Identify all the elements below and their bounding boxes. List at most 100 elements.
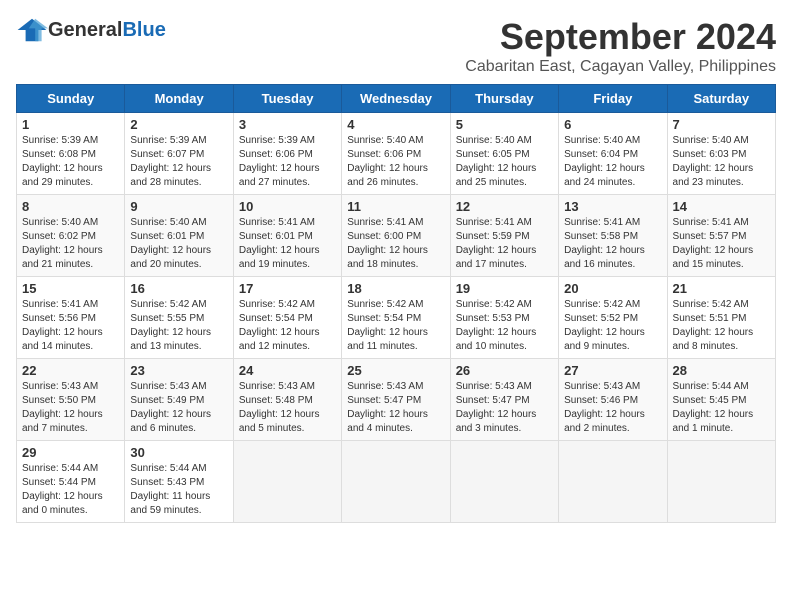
day-info: Sunrise: 5:42 AMSunset: 5:54 PMDaylight:… (239, 298, 336, 354)
calendar-cell: 22 Sunrise: 5:43 AMSunset: 5:50 PMDayligh… (17, 359, 125, 441)
day-info: Sunrise: 5:44 AMSunset: 5:44 PMDaylight:… (22, 462, 119, 518)
calendar-cell: 27 Sunrise: 5:43 AMSunset: 5:46 PMDayligh… (559, 359, 667, 441)
day-info: Sunrise: 5:41 AMSunset: 6:00 PMDaylight:… (347, 216, 444, 272)
day-info: Sunrise: 5:40 AMSunset: 6:03 PMDaylight:… (673, 134, 770, 190)
page-header: GeneralBlue September 2024 Cabaritan Eas… (16, 16, 776, 76)
day-number: 15 (22, 281, 119, 296)
day-info: Sunrise: 5:39 AMSunset: 6:07 PMDaylight:… (130, 134, 227, 190)
calendar-cell: 19 Sunrise: 5:42 AMSunset: 5:53 PMDayligh… (450, 277, 558, 359)
calendar-cell: 14 Sunrise: 5:41 AMSunset: 5:57 PMDayligh… (667, 195, 775, 277)
calendar-header-row: SundayMondayTuesdayWednesdayThursdayFrid… (17, 85, 776, 113)
calendar-table: SundayMondayTuesdayWednesdayThursdayFrid… (16, 84, 776, 523)
calendar-cell: 9Sunrise: 5:40 AMSunset: 6:01 PMDaylight… (125, 195, 233, 277)
day-info: Sunrise: 5:42 AMSunset: 5:55 PMDaylight:… (130, 298, 227, 354)
calendar-cell: 23 Sunrise: 5:43 AMSunset: 5:49 PMDayligh… (125, 359, 233, 441)
day-number: 16 (130, 281, 227, 296)
day-number: 13 (564, 199, 661, 214)
logo-general: General (48, 19, 122, 42)
day-number: 2 (130, 117, 227, 132)
day-number: 18 (347, 281, 444, 296)
month-title: September 2024 (465, 16, 776, 58)
day-number: 23 (130, 363, 227, 378)
calendar-cell: 3 Sunrise: 5:39 AMSunset: 6:06 PMDaylight… (233, 113, 341, 195)
day-number: 22 (22, 363, 119, 378)
calendar-cell: 18 Sunrise: 5:42 AMSunset: 5:54 PMDayligh… (342, 277, 450, 359)
day-header-friday: Friday (559, 85, 667, 113)
day-info: Sunrise: 5:42 AMSunset: 5:53 PMDaylight:… (456, 298, 553, 354)
calendar-week-row: 8Sunrise: 5:40 AMSunset: 6:02 PMDaylight… (17, 195, 776, 277)
calendar-cell (233, 441, 341, 523)
day-number: 12 (456, 199, 553, 214)
day-header-tuesday: Tuesday (233, 85, 341, 113)
day-info: Sunrise: 5:40 AMSunset: 6:05 PMDaylight:… (456, 134, 553, 190)
day-number: 4 (347, 117, 444, 132)
day-number: 26 (456, 363, 553, 378)
calendar-cell: 2 Sunrise: 5:39 AMSunset: 6:07 PMDaylight… (125, 113, 233, 195)
day-info: Sunrise: 5:39 AMSunset: 6:06 PMDaylight:… (239, 134, 336, 190)
day-info: Sunrise: 5:43 AMSunset: 5:50 PMDaylight:… (22, 380, 119, 436)
calendar-cell: 6Sunrise: 5:40 AMSunset: 6:04 PMDaylight… (559, 113, 667, 195)
day-number: 30 (130, 445, 227, 460)
day-header-thursday: Thursday (450, 85, 558, 113)
calendar-cell: 11 Sunrise: 5:41 AMSunset: 6:00 PMDayligh… (342, 195, 450, 277)
day-info: Sunrise: 5:41 AMSunset: 5:59 PMDaylight:… (456, 216, 553, 272)
calendar-cell: 25Sunrise: 5:43 AMSunset: 5:47 PMDayligh… (342, 359, 450, 441)
day-number: 19 (456, 281, 553, 296)
day-number: 21 (673, 281, 770, 296)
calendar-cell: 17 Sunrise: 5:42 AMSunset: 5:54 PMDayligh… (233, 277, 341, 359)
day-info: Sunrise: 5:43 AMSunset: 5:46 PMDaylight:… (564, 380, 661, 436)
calendar-cell: 21 Sunrise: 5:42 AMSunset: 5:51 PMDayligh… (667, 277, 775, 359)
day-info: Sunrise: 5:42 AMSunset: 5:51 PMDaylight:… (673, 298, 770, 354)
calendar-cell: 26 Sunrise: 5:43 AMSunset: 5:47 PMDayligh… (450, 359, 558, 441)
day-info: Sunrise: 5:44 AMSunset: 5:43 PMDaylight:… (130, 462, 227, 518)
calendar-cell: 15 Sunrise: 5:41 AMSunset: 5:56 PMDayligh… (17, 277, 125, 359)
day-number: 24 (239, 363, 336, 378)
calendar-week-row: 15 Sunrise: 5:41 AMSunset: 5:56 PMDayligh… (17, 277, 776, 359)
day-number: 29 (22, 445, 119, 460)
calendar-cell: 28Sunrise: 5:44 AMSunset: 5:45 PMDayligh… (667, 359, 775, 441)
calendar-cell (667, 441, 775, 523)
day-info: Sunrise: 5:40 AMSunset: 6:01 PMDaylight:… (130, 216, 227, 272)
day-info: Sunrise: 5:43 AMSunset: 5:47 PMDaylight:… (456, 380, 553, 436)
day-number: 8 (22, 199, 119, 214)
day-info: Sunrise: 5:40 AMSunset: 6:04 PMDaylight:… (564, 134, 661, 190)
calendar-week-row: 29 Sunrise: 5:44 AMSunset: 5:44 PMDayligh… (17, 441, 776, 523)
day-info: Sunrise: 5:42 AMSunset: 5:54 PMDaylight:… (347, 298, 444, 354)
day-header-sunday: Sunday (17, 85, 125, 113)
calendar-week-row: 1 Sunrise: 5:39 AMSunset: 6:08 PMDaylight… (17, 113, 776, 195)
day-number: 17 (239, 281, 336, 296)
day-info: Sunrise: 5:41 AMSunset: 5:56 PMDaylight:… (22, 298, 119, 354)
day-info: Sunrise: 5:39 AMSunset: 6:08 PMDaylight:… (22, 134, 119, 190)
day-number: 1 (22, 117, 119, 132)
calendar-cell: 29 Sunrise: 5:44 AMSunset: 5:44 PMDayligh… (17, 441, 125, 523)
day-number: 28 (673, 363, 770, 378)
day-number: 7 (673, 117, 770, 132)
day-number: 20 (564, 281, 661, 296)
day-number: 25 (347, 363, 444, 378)
logo-icon (16, 16, 48, 44)
calendar-week-row: 22 Sunrise: 5:43 AMSunset: 5:50 PMDayligh… (17, 359, 776, 441)
day-info: Sunrise: 5:41 AMSunset: 6:01 PMDaylight:… (239, 216, 336, 272)
calendar-cell: 7 Sunrise: 5:40 AMSunset: 6:03 PMDaylight… (667, 113, 775, 195)
day-number: 3 (239, 117, 336, 132)
calendar-cell: 12 Sunrise: 5:41 AMSunset: 5:59 PMDayligh… (450, 195, 558, 277)
calendar-cell (450, 441, 558, 523)
day-info: Sunrise: 5:40 AMSunset: 6:06 PMDaylight:… (347, 134, 444, 190)
day-header-wednesday: Wednesday (342, 85, 450, 113)
day-info: Sunrise: 5:41 AMSunset: 5:57 PMDaylight:… (673, 216, 770, 272)
calendar-cell (559, 441, 667, 523)
day-number: 10 (239, 199, 336, 214)
day-info: Sunrise: 5:43 AMSunset: 5:48 PMDaylight:… (239, 380, 336, 436)
day-info: Sunrise: 5:43 AMSunset: 5:49 PMDaylight:… (130, 380, 227, 436)
day-header-saturday: Saturday (667, 85, 775, 113)
day-info: Sunrise: 5:41 AMSunset: 5:58 PMDaylight:… (564, 216, 661, 272)
calendar-cell: 20 Sunrise: 5:42 AMSunset: 5:52 PMDayligh… (559, 277, 667, 359)
day-number: 14 (673, 199, 770, 214)
calendar-cell: 13 Sunrise: 5:41 AMSunset: 5:58 PMDayligh… (559, 195, 667, 277)
calendar-cell: 5Sunrise: 5:40 AMSunset: 6:05 PMDaylight… (450, 113, 558, 195)
day-info: Sunrise: 5:42 AMSunset: 5:52 PMDaylight:… (564, 298, 661, 354)
calendar-cell: 10 Sunrise: 5:41 AMSunset: 6:01 PMDayligh… (233, 195, 341, 277)
day-header-monday: Monday (125, 85, 233, 113)
day-number: 27 (564, 363, 661, 378)
day-number: 11 (347, 199, 444, 214)
